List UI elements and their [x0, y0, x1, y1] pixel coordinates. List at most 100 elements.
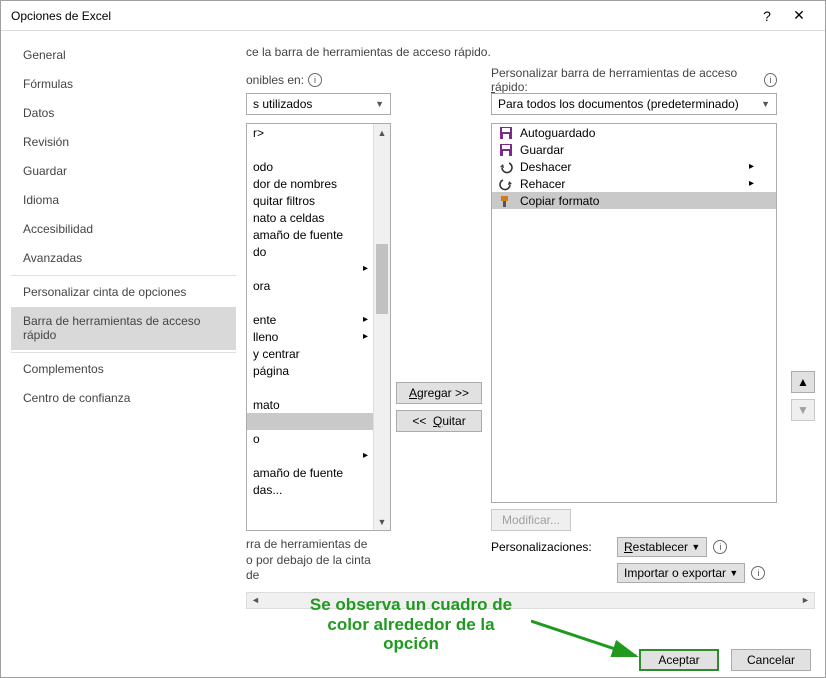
commands-from-dropdown[interactable]: s utilizados ▼	[246, 93, 391, 115]
list-item[interactable]	[247, 141, 390, 158]
personalizations-label: Personalizaciones:	[491, 540, 611, 554]
list-item[interactable]: Guardar	[492, 141, 776, 158]
page-heading: ce la barra de herramientas de acceso rá…	[246, 45, 815, 59]
submenu-icon: ▸	[363, 331, 368, 342]
sidebar-item-centro-confianza[interactable]: Centro de confianza	[11, 384, 236, 413]
personalizations-row: Personalizaciones: Restablecer ▼ i	[491, 537, 777, 557]
qat-commands-listbox[interactable]: AutoguardadoGuardarDeshacer▸Rehacer▸Copi…	[491, 123, 777, 503]
scroll-right-icon[interactable]: ►	[797, 593, 814, 608]
show-below-ribbon-label: rra de herramientas de o por debajo de l…	[246, 537, 391, 584]
sidebar-item-datos[interactable]: Datos	[11, 99, 236, 128]
reorder-buttons: ▲ ▼	[791, 371, 815, 421]
right-column: Personalizar barra de herramientas de ac…	[491, 71, 777, 584]
import-export-row: Importar o exportar ▼ i	[491, 563, 777, 583]
submenu-icon: ▸	[363, 450, 368, 461]
list-item[interactable]: Deshacer▸	[492, 158, 776, 175]
info-icon[interactable]: i	[751, 566, 765, 580]
import-export-button[interactable]: Importar o exportar ▼	[617, 563, 745, 583]
sidebar-item-guardar[interactable]: Guardar	[11, 157, 236, 186]
list-item[interactable]: Rehacer▸	[492, 175, 776, 192]
sidebar-item-general[interactable]: General	[11, 41, 236, 70]
columns: onibles en: i s utilizados ▼ r>ododor de…	[246, 71, 815, 584]
move-down-button: ▼	[791, 399, 815, 421]
submenu-icon: ▸	[749, 161, 754, 172]
list-item[interactable]	[247, 413, 390, 430]
left-column: onibles en: i s utilizados ▼ r>ododor de…	[246, 71, 391, 584]
chevron-down-icon: ▼	[691, 542, 700, 552]
list-item[interactable]: amaño de fuente	[247, 464, 390, 481]
scroll-left-icon[interactable]: ◄	[247, 593, 264, 608]
list-item[interactable]: do	[247, 243, 390, 260]
sidebar-separator	[11, 275, 236, 276]
list-item[interactable]: odo	[247, 158, 390, 175]
sidebar-item-revision[interactable]: Revisión	[11, 128, 236, 157]
list-item[interactable]: ▸	[247, 260, 390, 277]
list-item[interactable]: ▸	[247, 447, 390, 464]
sidebar-item-formulas[interactable]: Fórmulas	[11, 70, 236, 99]
info-icon[interactable]: i	[764, 73, 777, 87]
modify-button: Modificar...	[491, 509, 571, 531]
list-item[interactable]: quitar filtros	[247, 192, 390, 209]
list-item[interactable]	[247, 379, 390, 396]
accept-button[interactable]: Aceptar	[639, 649, 719, 671]
dialog-title: Opciones de Excel	[11, 9, 751, 23]
list-item[interactable]: r>	[247, 124, 390, 141]
dialog-footer: Aceptar Cancelar	[639, 649, 811, 671]
sidebar-item-accesibilidad[interactable]: Accesibilidad	[11, 215, 236, 244]
chevron-down-icon: ▼	[761, 99, 770, 109]
customize-for-dropdown[interactable]: Para todos los documentos (predeterminad…	[491, 93, 777, 115]
undo-icon	[498, 159, 514, 175]
chevron-down-icon: ▼	[375, 99, 384, 109]
sidebar-item-avanzadas[interactable]: Avanzadas	[11, 244, 236, 273]
list-item[interactable]: Copiar formato	[492, 192, 776, 209]
reset-button[interactable]: Restablecer ▼	[617, 537, 707, 557]
submenu-icon: ▸	[749, 178, 754, 189]
list-item[interactable]	[247, 294, 390, 311]
sidebar-separator	[11, 352, 236, 353]
sidebar-item-personalizar-cinta[interactable]: Personalizar cinta de opciones	[11, 278, 236, 307]
list-item[interactable]: das...	[247, 481, 390, 498]
list-item[interactable]: Autoguardado	[492, 124, 776, 141]
titlebar: Opciones de Excel ? ✕	[1, 1, 825, 31]
scroll-thumb[interactable]	[376, 244, 388, 314]
excel-options-dialog: Opciones de Excel ? ✕ General Fórmulas D…	[0, 0, 826, 678]
list-item[interactable]: ente▸	[247, 311, 390, 328]
brush-icon	[498, 193, 514, 209]
list-item[interactable]: nato a celdas	[247, 209, 390, 226]
list-item[interactable]: lleno▸	[247, 328, 390, 345]
info-icon[interactable]: i	[713, 540, 727, 554]
save-icon	[498, 125, 514, 141]
list-item[interactable]: ora	[247, 277, 390, 294]
remove-button[interactable]: << Quitar	[396, 410, 482, 432]
redo-icon	[498, 176, 514, 192]
scrollbar[interactable]: ▲ ▼	[373, 124, 390, 530]
customize-qat-label: Personalizar barra de herramientas de ac…	[491, 71, 777, 89]
list-item[interactable]: página	[247, 362, 390, 379]
scroll-track[interactable]	[264, 593, 797, 608]
scroll-up-icon[interactable]: ▲	[374, 124, 390, 141]
sidebar-item-idioma[interactable]: Idioma	[11, 186, 236, 215]
cancel-button[interactable]: Cancelar	[731, 649, 811, 671]
chevron-down-icon: ▼	[729, 568, 738, 578]
list-item[interactable]: mato	[247, 396, 390, 413]
move-up-button[interactable]: ▲	[791, 371, 815, 393]
available-commands-listbox[interactable]: r>ododor de nombresquitar filtrosnato a …	[246, 123, 391, 531]
sidebar: General Fórmulas Datos Revisión Guardar …	[1, 31, 236, 649]
list-item[interactable]: o	[247, 430, 390, 447]
sidebar-item-complementos[interactable]: Complementos	[11, 355, 236, 384]
list-item[interactable]: amaño de fuente	[247, 226, 390, 243]
horizontal-scrollbar[interactable]: ◄ ►	[246, 592, 815, 609]
info-icon[interactable]: i	[308, 73, 322, 87]
sidebar-item-barra-acceso-rapido[interactable]: Barra de herramientas de acceso rápido	[11, 307, 236, 350]
scroll-down-icon[interactable]: ▼	[374, 513, 390, 530]
close-button[interactable]: ✕	[783, 1, 815, 31]
submenu-icon: ▸	[363, 263, 368, 274]
commands-from-label: onibles en: i	[246, 71, 391, 89]
list-item[interactable]: y centrar	[247, 345, 390, 362]
add-button[interactable]: Agregar >>	[396, 382, 482, 404]
dialog-body: General Fórmulas Datos Revisión Guardar …	[1, 31, 825, 649]
list-item[interactable]: dor de nombres	[247, 175, 390, 192]
main-panel: ce la barra de herramientas de acceso rá…	[236, 31, 825, 649]
mid-column: Agregar >> << Quitar	[391, 71, 487, 584]
help-button[interactable]: ?	[751, 1, 783, 31]
